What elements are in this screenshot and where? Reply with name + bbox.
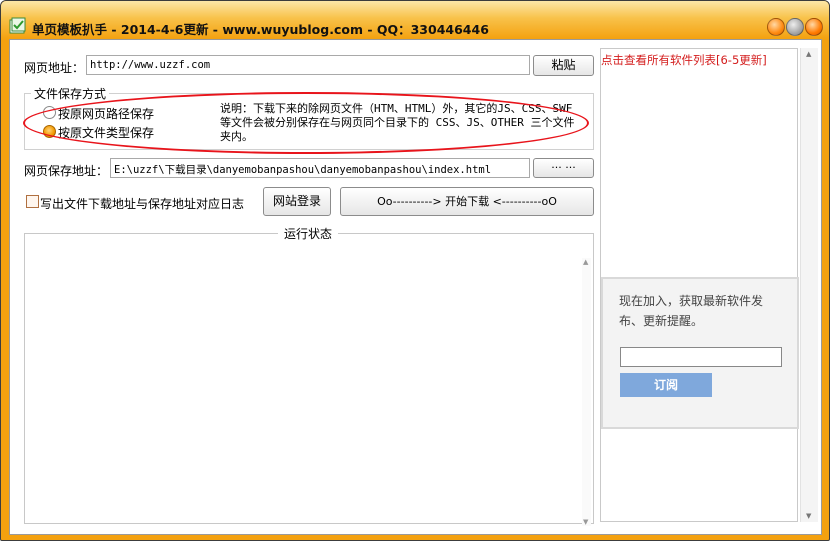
url-input[interactable]: http://www.uzzf.com — [86, 55, 530, 75]
start-download-button[interactable]: Oo----------> 开始下载 <----------oO — [340, 187, 594, 216]
app-window: 单页模板扒手 - 2014-4-6更新 - www.wuyublog.com -… — [0, 0, 830, 541]
subscribe-email-input[interactable] — [620, 347, 782, 367]
url-label: 网页地址： — [24, 61, 85, 75]
log-checkbox-label[interactable]: 写出文件下载地址与保存地址对应日志 — [40, 195, 244, 212]
app-icon — [9, 17, 26, 34]
subscribe-text: 现在加入，获取最新软件发布、更新提醒。 — [619, 294, 764, 328]
save-path-label: 网页保存地址： — [24, 164, 109, 178]
minimize-icon[interactable] — [767, 18, 785, 36]
right-scroll-down-icon[interactable]: ▼ — [806, 512, 811, 520]
save-path-input[interactable]: E:\uzzf\下载目录\danyemobanpashou\danyemoban… — [110, 158, 530, 178]
save-mode-legend: 文件保存方式 — [34, 87, 107, 101]
close-icon[interactable] — [805, 18, 823, 36]
title-bar[interactable]: 单页模板扒手 - 2014-4-6更新 - www.wuyublog.com -… — [1, 1, 829, 39]
window-title: 单页模板扒手 - 2014-4-6更新 - www.wuyublog.com -… — [32, 22, 489, 37]
right-panel-scrollbar[interactable]: ▲ ▼ — [800, 48, 818, 522]
right-scroll-up-icon[interactable]: ▲ — [806, 50, 811, 58]
status-scrollbar[interactable]: ▲ ▼ — [582, 258, 591, 526]
site-login-button[interactable]: 网站登录 — [263, 187, 331, 216]
run-status-legend: 运行状态 — [284, 227, 333, 241]
subscribe-button[interactable]: 订阅 — [620, 373, 712, 397]
right-side-panel: 点击查看所有软件列表[6-5更新] 现在加入，获取最新软件发布、更新提醒。 订阅 — [600, 48, 799, 522]
maximize-icon[interactable] — [786, 18, 804, 36]
highlight-ellipse — [23, 92, 589, 154]
scroll-down-icon[interactable]: ▼ — [583, 518, 588, 526]
scroll-up-icon[interactable]: ▲ — [583, 258, 588, 266]
log-checkbox[interactable] — [26, 195, 39, 208]
software-list-link[interactable]: 点击查看所有软件列表[6-5更新] — [601, 52, 767, 68]
browse-button[interactable]: ··· ··· — [533, 158, 594, 178]
main-panel: 网页地址： http://www.uzzf.com 粘贴 文件保存方式 按原网页… — [9, 39, 822, 535]
run-status-group: 运行状态 ▲ ▼ — [24, 225, 594, 526]
subscribe-box: 现在加入，获取最新软件发布、更新提醒。 订阅 — [601, 277, 799, 429]
paste-button[interactable]: 粘贴 — [533, 55, 594, 76]
